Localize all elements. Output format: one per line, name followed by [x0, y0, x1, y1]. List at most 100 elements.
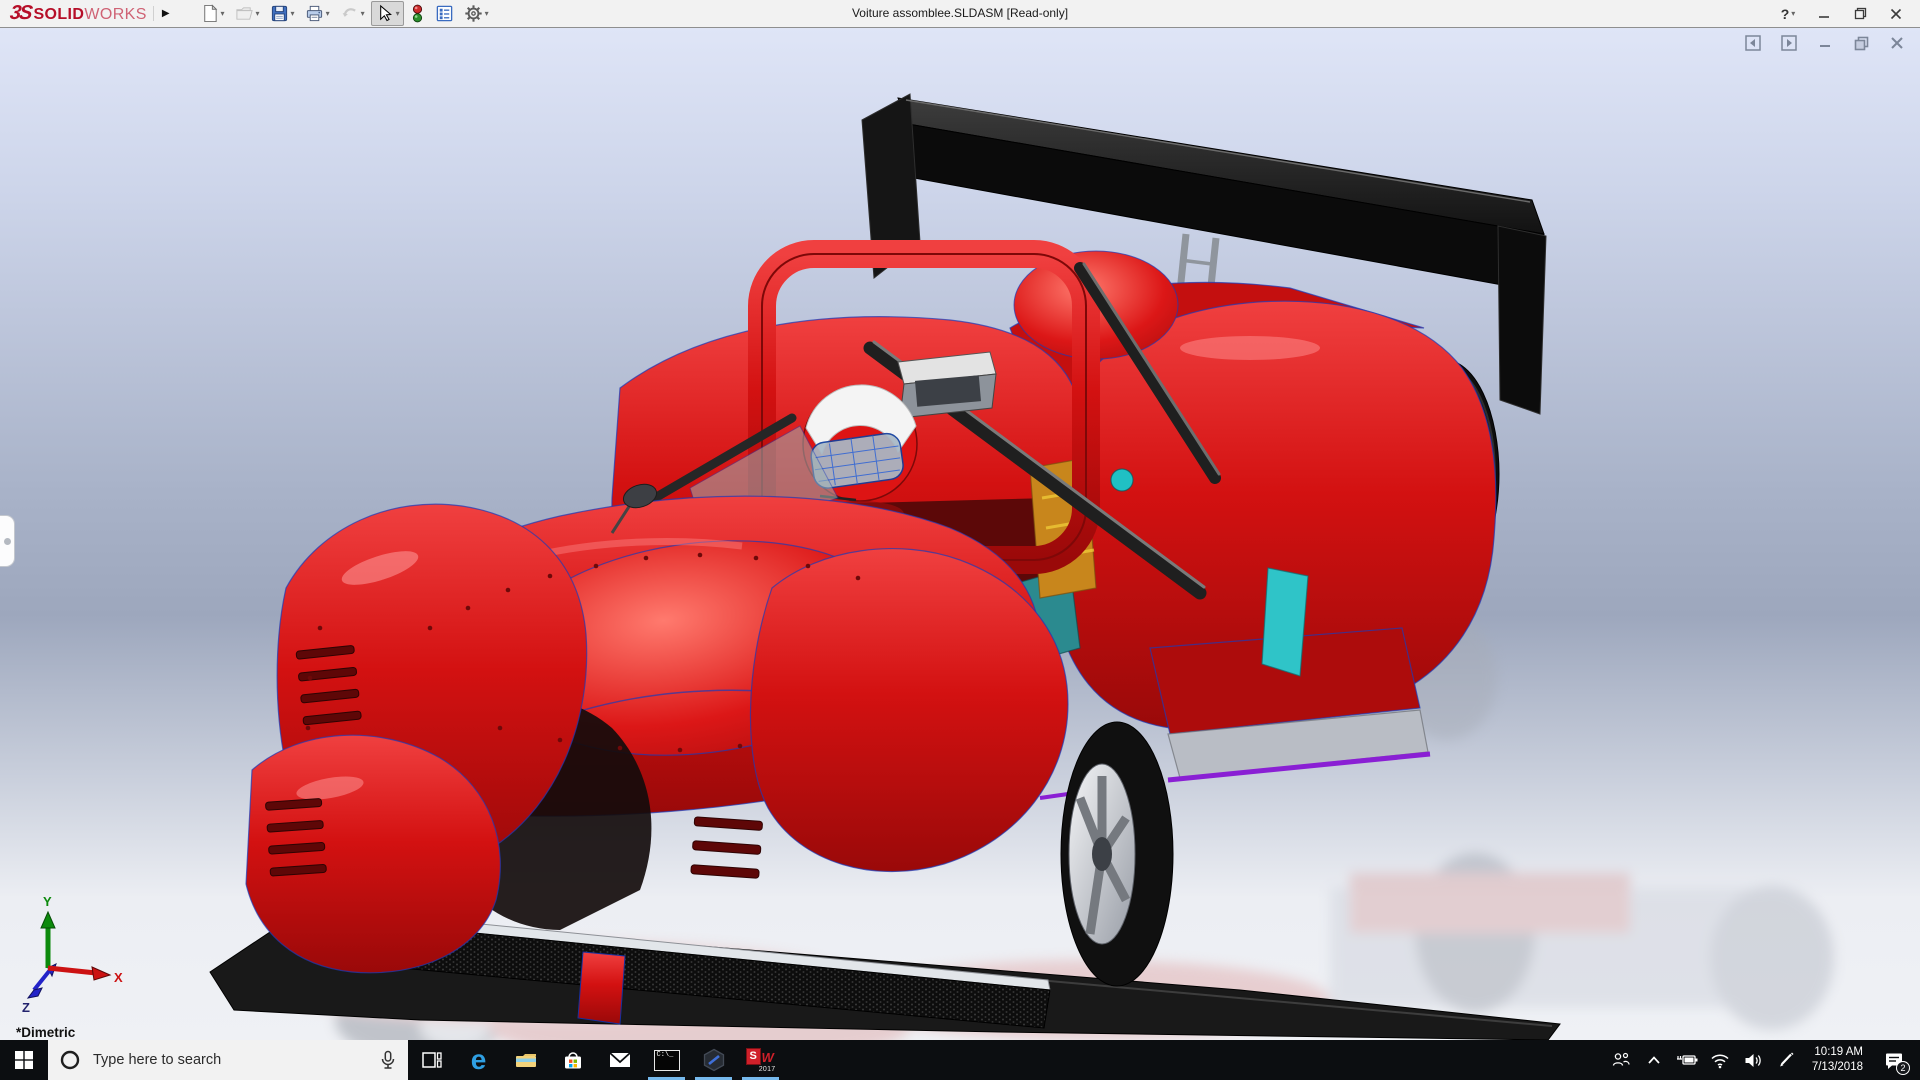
- logo-text-works: WORKS: [84, 6, 146, 24]
- dropdown-caret-icon: ▾: [1791, 9, 1795, 18]
- pen-button[interactable]: [1773, 1040, 1799, 1080]
- app-window-controls: ? ▾: [1770, 0, 1914, 27]
- new-document-icon: [200, 4, 219, 23]
- dropdown-caret-icon[interactable]: ▾: [221, 9, 225, 18]
- store-button[interactable]: [549, 1040, 596, 1080]
- help-icon: ?: [1781, 6, 1790, 22]
- pane-left-icon: [1745, 35, 1761, 51]
- search-input[interactable]: [91, 1051, 369, 1069]
- command-prompt-button[interactable]: C:\_: [643, 1040, 690, 1080]
- close-icon: [1890, 8, 1902, 20]
- save-button[interactable]: ▾: [266, 1, 299, 26]
- edge-icon: e: [471, 1046, 487, 1074]
- minimize-icon: [1818, 36, 1832, 50]
- solidworks-window: 3S SOLIDWORKS ▶ ▾ ▾: [0, 0, 1920, 1080]
- sw-letter-w: W: [762, 1050, 774, 1065]
- dropdown-caret-icon[interactable]: ▾: [396, 9, 400, 18]
- print-icon: [305, 4, 324, 23]
- menu-flyout-arrow[interactable]: ▶: [153, 6, 178, 21]
- volume-button[interactable]: [1740, 1040, 1766, 1080]
- select-cursor-icon: [375, 4, 394, 23]
- select-tool-button[interactable]: ▾: [371, 1, 404, 26]
- close-icon: [1890, 36, 1904, 50]
- clock-time: 10:19 AM: [1812, 1045, 1863, 1060]
- people-icon: [1611, 1051, 1631, 1069]
- solidworks-logo: 3S SOLIDWORKS: [0, 2, 153, 25]
- restore-icon: [1854, 36, 1869, 51]
- dropdown-caret-icon[interactable]: ▾: [485, 9, 489, 18]
- close-button[interactable]: [1878, 0, 1914, 27]
- tab-dot-icon: [4, 538, 11, 545]
- dropdown-caret-icon[interactable]: ▾: [361, 9, 365, 18]
- front-wheel: [1061, 722, 1173, 986]
- new-document-button[interactable]: ▾: [196, 1, 229, 26]
- speaker-icon: [1743, 1052, 1763, 1069]
- restore-button[interactable]: [1842, 0, 1878, 27]
- cortana-icon: [59, 1049, 81, 1071]
- pane-left-button[interactable]: [1744, 34, 1762, 52]
- undo-button[interactable]: ▾: [336, 1, 369, 26]
- open-button[interactable]: ▾: [231, 1, 264, 26]
- windows-logo-icon: [15, 1051, 33, 1069]
- gear-icon: [464, 4, 483, 23]
- print-button[interactable]: ▾: [301, 1, 334, 26]
- doc-restore-button[interactable]: [1852, 34, 1870, 52]
- notification-badge: 2: [1896, 1061, 1910, 1075]
- help-button[interactable]: ? ▾: [1770, 0, 1806, 27]
- action-center-button[interactable]: 2: [1876, 1040, 1912, 1080]
- hexagon-app-button[interactable]: [690, 1040, 737, 1080]
- document-window-controls: [1744, 34, 1906, 52]
- mail-button[interactable]: [596, 1040, 643, 1080]
- taskbar-search[interactable]: [48, 1040, 408, 1080]
- system-tray: 10:19 AM 7/13/2018 2: [1608, 1040, 1920, 1080]
- options-button[interactable]: ▾: [460, 1, 493, 26]
- open-folder-icon: [235, 4, 254, 23]
- document-title: Voiture assomblee.SLDASM [Read-only]: [852, 0, 1068, 27]
- triad-z-label: Z: [22, 1000, 30, 1015]
- undo-arrow-icon: [340, 4, 359, 23]
- display-pane-icon: [435, 4, 454, 23]
- chevron-up-icon: [1646, 1054, 1662, 1066]
- save-floppy-icon: [270, 4, 289, 23]
- battery-charging-icon: [1675, 1052, 1699, 1068]
- display-pane-button[interactable]: [431, 1, 458, 26]
- solidworks-2017-button[interactable]: S W 2017: [737, 1040, 784, 1080]
- task-view-icon: [421, 1049, 443, 1071]
- network-button[interactable]: [1707, 1040, 1733, 1080]
- file-explorer-button[interactable]: [502, 1040, 549, 1080]
- pane-right-icon: [1781, 35, 1797, 51]
- taskbar-app-icons: e: [408, 1040, 784, 1080]
- rebuild-traffic-light-button[interactable]: [406, 1, 429, 26]
- pen-icon: [1777, 1051, 1795, 1069]
- hidden-icons-button[interactable]: [1641, 1040, 1667, 1080]
- dropdown-caret-icon[interactable]: ▾: [291, 9, 295, 18]
- pane-right-button[interactable]: [1780, 34, 1798, 52]
- graphics-area[interactable]: Z Y X: [0, 28, 1920, 1040]
- sw-letter-s: S: [746, 1048, 761, 1065]
- triad-y-label: Y: [43, 894, 52, 909]
- store-icon: [561, 1048, 585, 1072]
- taskbar-clock[interactable]: 10:19 AM 7/13/2018: [1806, 1045, 1869, 1075]
- logo-text-solid: SOLID: [33, 6, 84, 24]
- rear-view-mirror: [898, 352, 996, 418]
- people-button[interactable]: [1608, 1040, 1634, 1080]
- edge-button[interactable]: e: [455, 1040, 502, 1080]
- doc-minimize-button[interactable]: [1816, 34, 1834, 52]
- doc-close-button[interactable]: [1888, 34, 1906, 52]
- minimize-button[interactable]: [1806, 0, 1842, 27]
- microphone-icon[interactable]: [379, 1050, 397, 1070]
- sw-year: 2017: [759, 1066, 776, 1073]
- clock-date: 7/13/2018: [1812, 1060, 1863, 1075]
- start-button[interactable]: [0, 1040, 48, 1080]
- dropdown-caret-icon[interactable]: ▾: [326, 9, 330, 18]
- windows-taskbar: e: [0, 1040, 1920, 1080]
- task-view-button[interactable]: [408, 1040, 455, 1080]
- dropdown-caret-icon[interactable]: ▾: [256, 9, 260, 18]
- panel-flyout-tab[interactable]: [0, 515, 15, 567]
- traffic-light-icon: [410, 4, 425, 23]
- command-prompt-icon: C:\_: [654, 1050, 680, 1071]
- title-bar: 3S SOLIDWORKS ▶ ▾ ▾: [0, 0, 1920, 28]
- quick-access-toolbar: ▾ ▾ ▾: [196, 1, 493, 26]
- dassault-3s-logo-icon: 3S: [8, 2, 32, 25]
- battery-button[interactable]: [1674, 1040, 1700, 1080]
